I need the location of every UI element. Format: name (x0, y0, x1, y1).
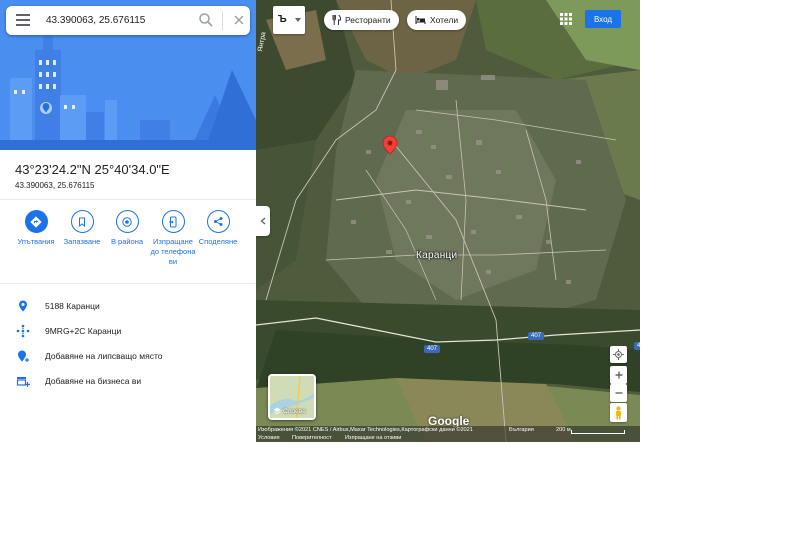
plus-code-text: 9MRG+2C Каранци (45, 326, 122, 336)
add-place-icon (18, 350, 29, 362)
pegman-icon (616, 406, 621, 419)
place-coordinates: 43.390063, 25.676115 (15, 181, 95, 190)
layers-icon (273, 407, 281, 415)
road-badge: 4 (634, 342, 640, 350)
privacy-link[interactable]: Поверителност (292, 435, 332, 441)
imagery-attribution: Изображения ©2021 CNES / Airbus,Maxar Te… (258, 427, 473, 433)
restaurant-icon (332, 15, 341, 25)
restaurants-label: Ресторанти (345, 15, 391, 25)
satellite-map[interactable]: Янтра Ъ Ресторанти Хотели Вход Каранци 4… (256, 0, 640, 442)
add-business-text: Добавяне на бизнеса ви (45, 376, 142, 386)
collapse-panel-button[interactable] (256, 206, 270, 236)
directions-icon (30, 215, 42, 228)
sign-in-button[interactable]: Вход (585, 10, 621, 28)
place-title: 43°23'24.2"N 25°40'34.0"E (15, 162, 170, 177)
add-business-icon (16, 377, 30, 387)
divider (0, 283, 256, 284)
bookmark-icon (79, 217, 85, 227)
plus-code-row[interactable]: 9MRG+2C Каранци (0, 319, 256, 343)
close-icon[interactable] (232, 13, 246, 27)
plus-code-icon (16, 324, 30, 338)
plus-icon (615, 371, 622, 379)
zoom-out-button[interactable] (610, 384, 627, 402)
maps-app: 43°23'24.2"N 25°40'34.0"E 43.390063, 25.… (0, 0, 640, 442)
send-to-phone-button[interactable]: Изпращане до телефона ви (150, 210, 196, 267)
menu-icon[interactable] (16, 14, 30, 26)
layers-toggle[interactable]: Слоеве (268, 374, 316, 420)
add-place-text: Добавяне на липсващо място (45, 351, 163, 361)
hotels-chip[interactable]: Хотели (407, 10, 467, 30)
address-row[interactable]: 5188 Каранци (0, 294, 256, 318)
divider (0, 199, 256, 200)
directions-button[interactable]: Упътвания (13, 210, 59, 247)
map-footer: Изображения ©2021 CNES / Airbus,Maxar Te… (256, 426, 640, 442)
share-label: Споделяне (198, 237, 238, 246)
country-link[interactable]: България (509, 427, 534, 433)
layers-row: Слоеве (273, 407, 306, 415)
language-label: Ъ (278, 14, 287, 25)
search-box (6, 6, 250, 35)
my-location-button[interactable] (610, 346, 627, 363)
sidebar-panel: 43°23'24.2"N 25°40'34.0"E 43.390063, 25.… (0, 0, 256, 442)
search-divider (222, 11, 223, 30)
my-location-icon (613, 349, 624, 360)
search-input[interactable] (46, 11, 186, 30)
save-button[interactable]: Запазване (59, 210, 105, 247)
nearby-label: В района (110, 237, 144, 246)
hotels-label: Хотели (430, 15, 459, 25)
feedback-link[interactable]: Изпращане на отзиви (345, 435, 401, 441)
hotel-icon (415, 16, 426, 24)
nearby-icon (122, 216, 132, 227)
terms-link[interactable]: Условия (258, 435, 280, 441)
keyboard-language-button[interactable]: Ъ (273, 6, 305, 34)
layers-label: Слоеве (283, 407, 306, 415)
save-label: Запазване (63, 237, 101, 246)
street-view-pegman[interactable] (610, 403, 627, 422)
minus-icon (615, 392, 622, 394)
caret-down-icon (295, 18, 301, 22)
share-icon (213, 217, 222, 226)
scale-bar (571, 430, 625, 434)
send-to-phone-label: Изпращане до телефона ви (150, 237, 196, 266)
village-label: Каранци (416, 250, 458, 261)
address-text: 5188 Каранци (45, 301, 100, 311)
share-button[interactable]: Споделяне (195, 210, 241, 247)
directions-label: Упътвания (17, 237, 55, 246)
add-business-row[interactable]: Добавяне на бизнеса ви (0, 369, 256, 393)
chevron-left-icon (260, 217, 266, 225)
search-icon[interactable] (198, 12, 214, 28)
apps-grid-icon[interactable] (559, 12, 573, 26)
zoom-in-button[interactable] (610, 366, 627, 384)
nearby-button[interactable]: В района (104, 210, 150, 247)
location-pin-icon (19, 300, 27, 312)
add-place-row[interactable]: Добавяне на липсващо място (0, 344, 256, 368)
road-badge: 407 (528, 332, 545, 340)
scale-label[interactable]: 200 м (556, 427, 571, 433)
send-to-phone-icon (169, 216, 177, 227)
road-badge: 407 (424, 345, 441, 353)
restaurants-chip[interactable]: Ресторанти (324, 10, 399, 30)
